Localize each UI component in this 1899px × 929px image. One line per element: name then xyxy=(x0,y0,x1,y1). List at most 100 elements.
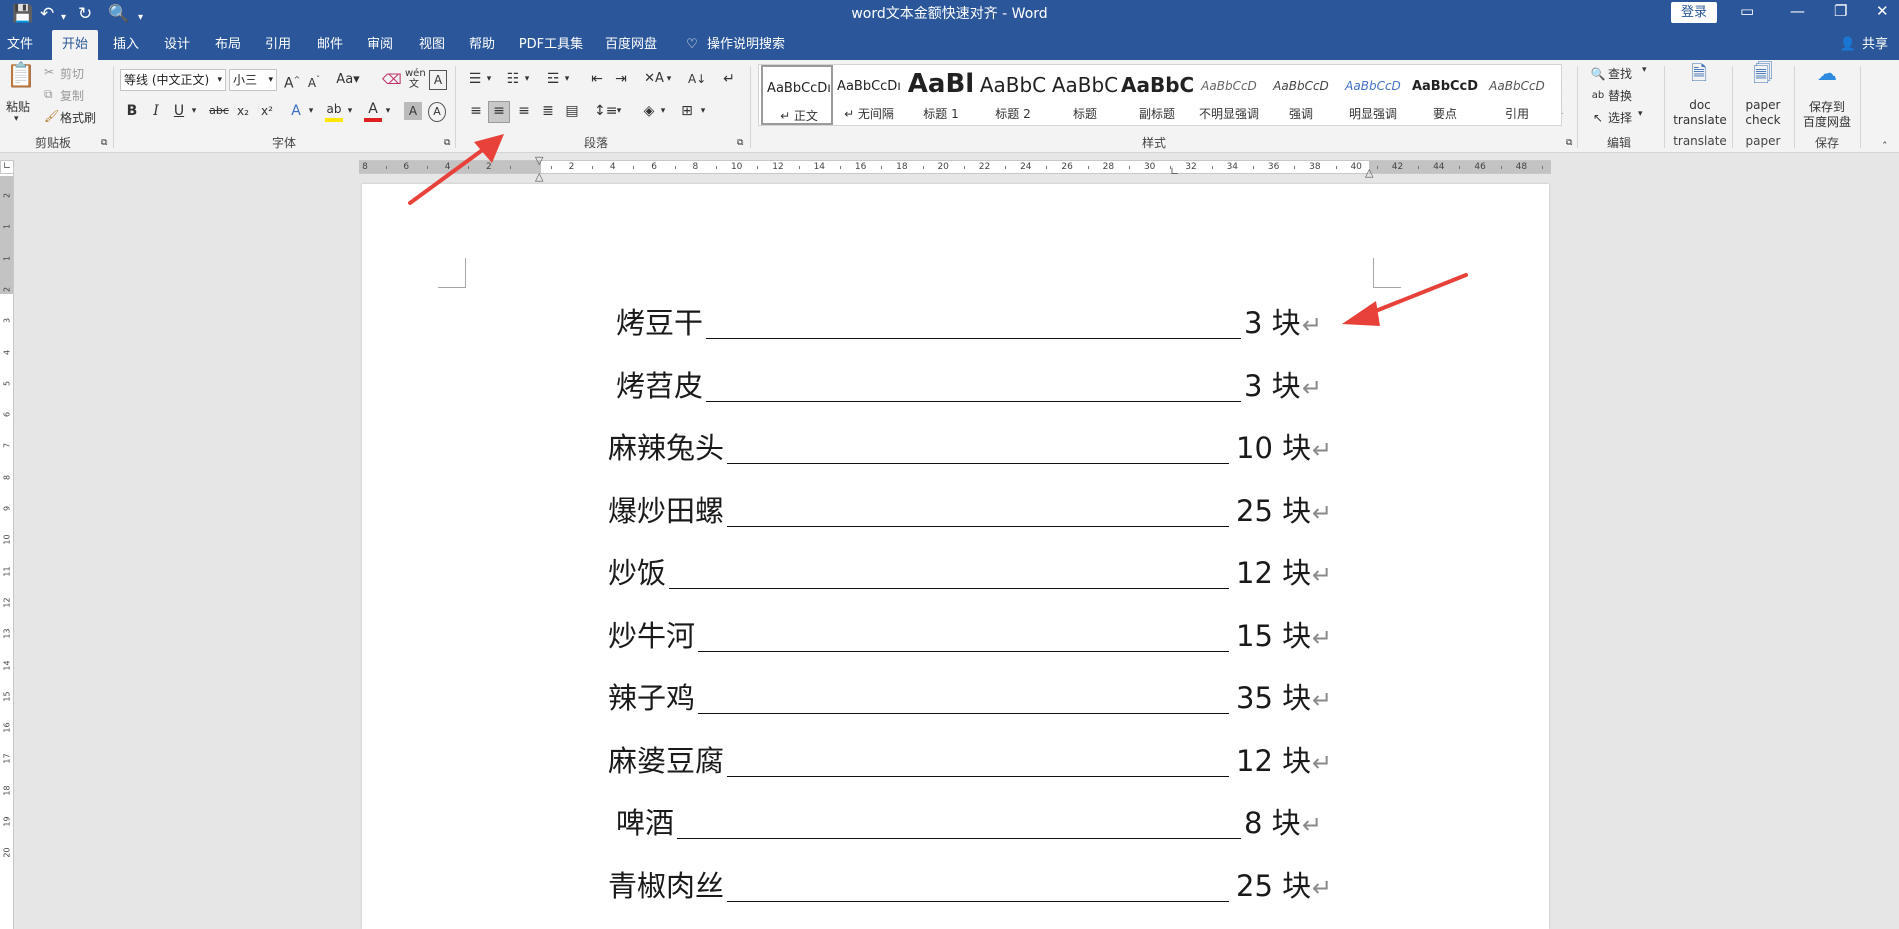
document-line[interactable]: 麻婆豆腐 12 块 ↵ xyxy=(608,744,1346,784)
paragraph-launcher-icon[interactable]: ⧉ xyxy=(737,138,743,148)
style-item[interactable]: AaBbC 标题 xyxy=(1049,65,1121,125)
document-line[interactable]: 烤豆干 3 块 ↵ xyxy=(616,306,1354,346)
tab-insert[interactable]: 插入 xyxy=(106,30,146,60)
hanging-indent-marker[interactable]: △ xyxy=(535,171,543,182)
tab-help[interactable]: 帮助 xyxy=(462,30,502,60)
document-line[interactable]: 爆炒田螺 25 块 ↵ xyxy=(608,494,1346,534)
highlight-dropdown-icon[interactable]: ▾ xyxy=(345,102,355,120)
paste-icon[interactable]: 📋 xyxy=(6,63,36,96)
distributed-icon[interactable]: ▤ xyxy=(562,102,582,120)
justify-icon[interactable]: ≣ xyxy=(538,102,558,120)
style-item[interactable]: AaBbC 副标题 xyxy=(1121,65,1193,125)
tell-me-search[interactable]: 操作说明搜索 xyxy=(706,30,786,60)
font-color-dropdown-icon[interactable]: ▾ xyxy=(383,102,393,120)
enclose-characters-icon[interactable]: A xyxy=(428,102,446,122)
shrink-font-icon[interactable]: Aˇ xyxy=(306,71,322,92)
find-dropdown-icon[interactable]: ▾ xyxy=(1642,65,1647,75)
style-item[interactable]: AaBbCcD 强调 xyxy=(1265,65,1337,125)
style-item[interactable]: AaBbCcD 明显强调 xyxy=(1337,65,1409,125)
style-item[interactable]: AaBbC 标题 2 xyxy=(977,65,1049,125)
doc-translate-icon[interactable]: 🗎 xyxy=(1686,63,1712,92)
format-painter-button[interactable]: 格式刷 xyxy=(60,109,96,126)
font-color-icon[interactable]: A xyxy=(364,100,382,122)
close-icon[interactable]: ✕ xyxy=(1876,2,1889,20)
borders-icon[interactable]: ⊞ xyxy=(678,102,696,120)
tab-layout[interactable]: 布局 xyxy=(208,30,248,60)
character-shading-icon[interactable]: A xyxy=(404,102,422,120)
document-line[interactable]: 烤苕皮 3 块 ↵ xyxy=(616,369,1354,409)
text-effects-icon[interactable]: A xyxy=(287,102,305,120)
style-item[interactable]: AaBbCcDı ↵ 正文 xyxy=(761,65,833,125)
copy-button[interactable]: 复制 xyxy=(60,87,84,104)
multilevel-dropdown-icon[interactable]: ▾ xyxy=(562,70,572,88)
shading-dropdown-icon[interactable]: ▾ xyxy=(658,102,668,120)
strikethrough-icon[interactable]: abc xyxy=(209,102,229,120)
highlight-icon[interactable]: ab xyxy=(325,100,343,122)
tab-view[interactable]: 视图 xyxy=(412,30,452,60)
tab-references[interactable]: 引用 xyxy=(258,30,298,60)
style-item[interactable]: AaBbCcD 不明显强调 xyxy=(1193,65,1265,125)
collapse-ribbon-icon[interactable]: ˆ xyxy=(1882,140,1888,153)
paper-check-label-1[interactable]: paper xyxy=(1736,98,1790,112)
right-indent-marker[interactable]: △ xyxy=(1365,167,1373,178)
document-line[interactable]: 辣子鸡 35 块 ↵ xyxy=(608,681,1346,721)
italic-icon[interactable]: I xyxy=(148,102,164,120)
grow-font-icon[interactable]: A^ xyxy=(284,71,300,93)
ribbon-display-icon[interactable]: ▭ xyxy=(1740,2,1754,20)
underline-dropdown-icon[interactable]: ▾ xyxy=(189,102,199,120)
tab-stop-marker[interactable]: ∟ xyxy=(1170,166,1179,177)
align-left-icon[interactable]: ≡ xyxy=(466,102,486,120)
document-line[interactable]: 啤酒 8 块 ↵ xyxy=(616,806,1354,846)
style-item[interactable]: AaBbCcD 引用 xyxy=(1481,65,1553,125)
change-case-icon[interactable]: Aa▾ xyxy=(336,71,360,89)
increase-indent-icon[interactable]: ⇥ xyxy=(612,70,630,88)
select-button[interactable]: 选择 xyxy=(1608,109,1632,126)
paper-check-label-2[interactable]: check xyxy=(1736,113,1790,127)
doc-translate-label-2[interactable]: translate xyxy=(1672,113,1728,127)
restore-icon[interactable]: ❐ xyxy=(1834,2,1847,20)
tab-mailings[interactable]: 邮件 xyxy=(310,30,350,60)
vertical-ruler[interactable]: 2 1 1 2 3 4 5 6 7 8 9 10 11 12 13 14 15 16 17 18 19 20 xyxy=(0,160,14,929)
tab-baidu-netdisk[interactable]: 百度网盘 xyxy=(600,30,662,60)
tab-review[interactable]: 审阅 xyxy=(360,30,400,60)
clipboard-launcher-icon[interactable]: ⧉ xyxy=(101,138,107,148)
login-button[interactable]: 登录 xyxy=(1671,2,1717,23)
font-size-combo[interactable]: 小三 ▾ xyxy=(229,69,277,91)
document-line[interactable]: 麻辣兔头 10 块 ↵ xyxy=(608,431,1346,471)
replace-button[interactable]: 替换 xyxy=(1608,87,1632,104)
numbering-icon[interactable]: ☷ xyxy=(504,70,522,88)
save-baidu-label-2[interactable]: 百度网盘 xyxy=(1798,113,1856,130)
font-name-combo[interactable]: 等线 (中文正文) ▾ xyxy=(120,69,226,91)
tab-design[interactable]: 设计 xyxy=(157,30,197,60)
bullets-icon[interactable]: ☰ xyxy=(466,70,484,88)
character-border-icon[interactable]: A xyxy=(429,70,447,90)
minimize-icon[interactable]: — xyxy=(1790,2,1805,20)
style-item[interactable]: AaBl 标题 1 xyxy=(905,65,977,125)
sort-icon[interactable]: A↓ xyxy=(688,70,706,88)
style-item[interactable]: AaBbCcD 要点 xyxy=(1409,65,1481,125)
tab-selector-icon[interactable]: ∟ xyxy=(0,160,14,174)
borders-dropdown-icon[interactable]: ▾ xyxy=(698,102,708,120)
first-line-indent-marker[interactable]: ▽ xyxy=(535,155,543,166)
tab-file[interactable]: 文件 xyxy=(2,30,38,60)
shading-icon[interactable]: ◈ xyxy=(640,102,658,120)
multilevel-list-icon[interactable]: ☲ xyxy=(544,70,562,88)
text-effects-dropdown-icon[interactable]: ▾ xyxy=(306,102,316,120)
style-item[interactable]: AaBbCcDı ↵ 无间隔 xyxy=(833,65,905,125)
paste-button[interactable]: 粘贴 xyxy=(6,98,30,115)
paste-dropdown-icon[interactable]: ▾ xyxy=(14,114,19,124)
chinese-layout-dropdown-icon[interactable]: ▾ xyxy=(664,70,674,88)
line-spacing-dropdown-icon[interactable]: ▾ xyxy=(614,102,624,120)
cut-button[interactable]: 剪切 xyxy=(60,65,84,82)
tab-pdf-tools[interactable]: PDF工具集 xyxy=(516,30,586,60)
line-spacing-icon[interactable]: ↕≡ xyxy=(594,102,617,120)
chinese-layout-icon[interactable]: ✕A xyxy=(644,70,664,88)
align-center-icon[interactable]: ≡ xyxy=(488,101,510,123)
phonetic-guide-icon[interactable]: wén 文 xyxy=(405,68,426,90)
tab-home[interactable]: 开始 xyxy=(52,30,98,60)
clear-formatting-icon[interactable]: ⌫ xyxy=(382,71,402,89)
select-dropdown-icon[interactable]: ▾ xyxy=(1638,109,1643,119)
document-line[interactable]: 青椒肉丝 25 块 ↵ xyxy=(608,869,1346,909)
bold-icon[interactable]: B xyxy=(124,102,140,120)
bullets-dropdown-icon[interactable]: ▾ xyxy=(484,70,494,88)
